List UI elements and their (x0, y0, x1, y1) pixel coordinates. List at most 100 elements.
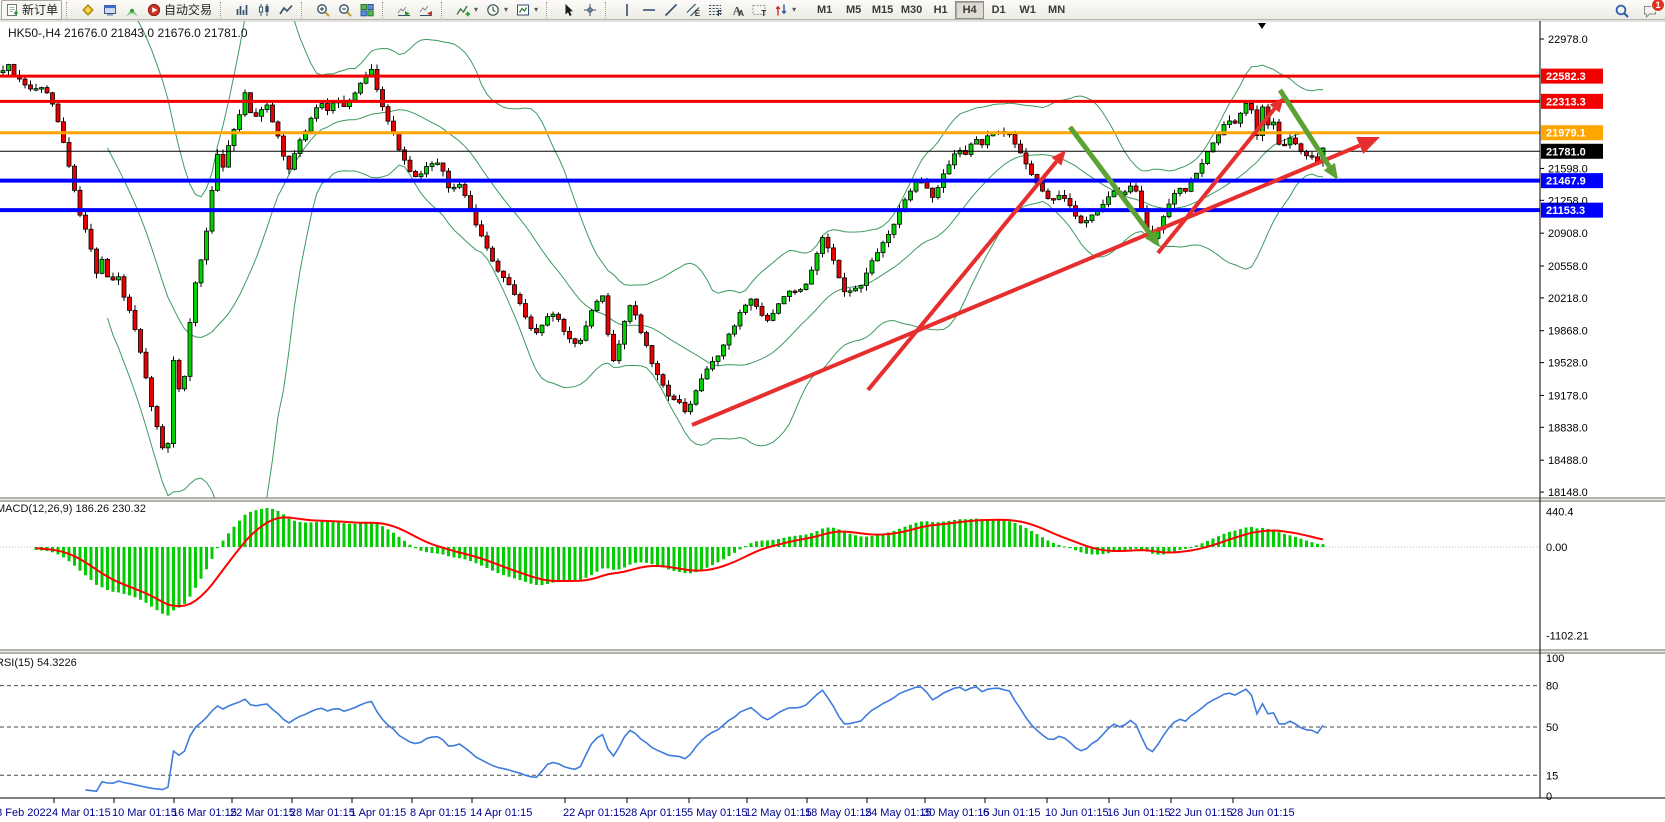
time-axis-label: 10 Jun 01:15 (1045, 807, 1109, 819)
toolbar-separator (605, 2, 613, 18)
text-label-button[interactable]: T (748, 0, 770, 20)
timeframe-m1-button[interactable]: M1 (810, 1, 839, 19)
timeframe-m15-button[interactable]: M15 (868, 1, 897, 19)
price-axis-tick-label: 19868.0 (1548, 326, 1588, 338)
zoomout-icon (338, 3, 352, 17)
rsi-axis-label: 100 (1546, 653, 1564, 665)
price-level-label: 22582.3 (1546, 71, 1586, 83)
signal-icon (125, 3, 139, 17)
time-axis-label: 24 May 01:15 (865, 807, 932, 819)
timeframe-mn-button[interactable]: MN (1042, 1, 1071, 19)
time-axis-label: 8 Apr 01:15 (410, 807, 466, 819)
trading-platform-window: 新订单 自动交易 ▾ ▾ ▾ EF AA T ▾ M1M5M15M30H1H4D1W1MN 1 22… (0, 0, 1665, 822)
autotrade-button-label: 自动交易 (164, 1, 212, 18)
cursor-button[interactable] (557, 0, 579, 20)
price-axis-tick-label: 20218.0 (1548, 293, 1588, 305)
time-axis-label: 16 Mar 01:15 (172, 807, 237, 819)
trendline-button[interactable] (660, 0, 682, 20)
crosshair-button[interactable] (579, 0, 601, 20)
rsi-axis-label: 0 (1546, 791, 1552, 803)
timeframe-m30-button[interactable]: M30 (897, 1, 926, 19)
hline-icon (642, 3, 656, 17)
chart-canvas[interactable]: 22582.322313.321979.121781.021467.921153… (0, 0, 1665, 822)
timeframe-h4-button[interactable]: H4 (955, 1, 984, 19)
textA-icon: AA (730, 3, 744, 17)
price-axis-tick-label: 18148.0 (1548, 487, 1588, 499)
signals-button[interactable] (121, 0, 143, 20)
time-axis-label: 14 Apr 01:15 (470, 807, 532, 819)
bar-chart-button[interactable] (231, 0, 253, 20)
time-axis-label: 22 Jun 01:15 (1169, 807, 1233, 819)
dropdown-arrow-icon[interactable]: ▾ (792, 5, 796, 14)
fibonacci-button[interactable]: F (704, 0, 726, 20)
toolbar: 新订单 自动交易 ▾ ▾ ▾ EF AA T ▾ M1M5M15M30H1H4D1W1MN 1 (0, 0, 1665, 20)
autoscroll-icon (397, 3, 411, 17)
time-axis-label: 6 Jun 01:15 (983, 807, 1041, 819)
gold-icon (81, 3, 95, 17)
time-axis-label: 28 Feb 2022 (0, 807, 52, 819)
search-button[interactable] (1611, 1, 1633, 21)
price-level-label: 22313.3 (1546, 96, 1586, 108)
arrows-icon (774, 3, 788, 17)
time-axis-label: 4 Mar 01:15 (52, 807, 111, 819)
rsi-axis-label: 50 (1546, 722, 1558, 734)
price-axis-tick-label: 19178.0 (1548, 390, 1588, 402)
autotrade-button[interactable]: 自动交易 (143, 0, 216, 20)
dropdown-arrow-icon[interactable]: ▾ (504, 5, 508, 14)
rsi-indicator-label: RSI(15) 54.3226 (0, 657, 77, 669)
price-axis-tick-label: 20558.0 (1548, 261, 1588, 273)
new-order-button[interactable]: 新订单 (1, 0, 62, 20)
zoom-in-button[interactable] (312, 0, 334, 20)
zoom-out-button[interactable] (334, 0, 356, 20)
horizontal-line-button[interactable] (638, 0, 660, 20)
time-axis-label: 22 Mar 01:15 (230, 807, 295, 819)
time-axis-label: 18 May 01:15 (805, 807, 872, 819)
cursor-icon (561, 3, 575, 17)
time-axis-label: 16 Jun 01:15 (1107, 807, 1171, 819)
toolbar-separator (441, 2, 449, 18)
chart-shift-button[interactable] (415, 0, 437, 20)
fib-icon: F (708, 3, 722, 17)
equidistant-channel-button[interactable]: E (682, 0, 704, 20)
auto-scroll-button[interactable] (393, 0, 415, 20)
price-level-label: 21781.0 (1546, 146, 1586, 158)
macd-axis-label: 440.4 (1546, 507, 1574, 519)
price-level-label: 21467.9 (1546, 176, 1586, 188)
vertical-line-button[interactable] (616, 0, 638, 20)
vline-icon (620, 3, 634, 17)
indicators-icon (456, 3, 470, 17)
price-axis-tick-label: 19528.0 (1548, 358, 1588, 370)
time-axis-label: 28 Jun 01:15 (1231, 807, 1295, 819)
tile-windows-button[interactable] (356, 0, 378, 20)
toolbar-separator (301, 2, 309, 18)
terminal-button[interactable] (99, 0, 121, 20)
notifications-button[interactable]: 1 (1639, 1, 1661, 21)
indicators-button[interactable]: ▾ (452, 0, 482, 20)
macd-indicator-label: MACD(12,26,9) 186.26 230.32 (0, 503, 146, 515)
templates-button[interactable]: ▾ (512, 0, 542, 20)
timeframe-d1-button[interactable]: D1 (984, 1, 1013, 19)
price-axis-tick-label: 18488.0 (1548, 455, 1588, 467)
arrows-button[interactable]: ▾ (770, 0, 800, 20)
text-button[interactable]: AA (726, 0, 748, 20)
macd-axis-label: -1102.21 (1546, 630, 1589, 642)
periods-button[interactable]: ▾ (482, 0, 512, 20)
dropdown-arrow-icon[interactable]: ▾ (534, 5, 538, 14)
chart-background (0, 20, 1665, 822)
toolbar-right-group: 1 (1611, 1, 1661, 21)
rsi-axis-label: 80 (1546, 681, 1558, 693)
price-axis-tick-label: 20908.0 (1548, 228, 1588, 240)
time-axis-label: 28 Apr 01:15 (625, 807, 687, 819)
clock-icon (486, 3, 500, 17)
timeframe-m5-button[interactable]: M5 (839, 1, 868, 19)
candlestick-chart-button[interactable] (253, 0, 275, 20)
zoomin-icon (316, 3, 330, 17)
gold-chart-button[interactable] (77, 0, 99, 20)
timeframe-w1-button[interactable]: W1 (1013, 1, 1042, 19)
timeframe-h1-button[interactable]: H1 (926, 1, 955, 19)
line-chart-button[interactable] (275, 0, 297, 20)
rsi-axis-label: 15 (1546, 770, 1558, 782)
dropdown-arrow-icon[interactable]: ▾ (474, 5, 478, 14)
toolbar-separator (220, 2, 228, 18)
price-axis-tick-label: 22978.0 (1548, 34, 1588, 46)
